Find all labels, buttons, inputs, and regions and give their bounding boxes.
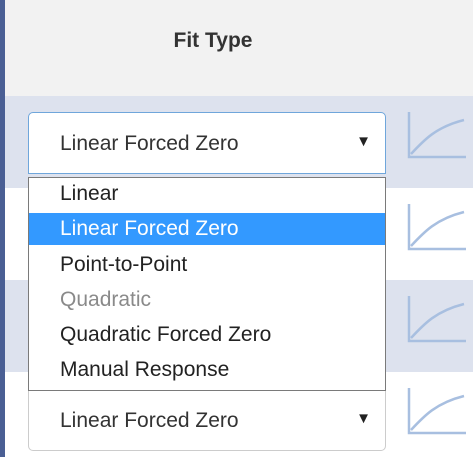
dropdown-option-point-to-point[interactable]: Point-to-Point [29,249,385,281]
fit-type-select-value: Linear Forced Zero [60,409,239,432]
fit-type-select-value: Linear Forced Zero [60,132,239,155]
column-header-fit-type: Fit Type [5,0,473,96]
calibration-curve-icon[interactable] [406,294,468,344]
dropdown-option-quadratic-forced-zero[interactable]: Quadratic Forced Zero [29,319,385,351]
dropdown-option-linear[interactable]: Linear [29,178,385,210]
dropdown-option-linear-forced-zero[interactable]: Linear Forced Zero [29,213,385,245]
triangle-down-icon: ▼ [356,133,371,150]
calibration-curve-icon[interactable] [406,202,468,252]
triangle-down-icon: ▼ [356,410,371,427]
calibration-curve-icon[interactable] [406,386,468,436]
fit-type-dropdown-list: Linear Linear Forced Zero Point-to-Point… [28,177,386,391]
column-header-title: Fit Type [173,29,253,52]
fit-type-select[interactable]: Linear Forced Zero ▼ [28,112,386,174]
dropdown-option-manual-response[interactable]: Manual Response [29,354,385,386]
calibration-curve-icon[interactable] [406,110,468,160]
dropdown-option-quadratic: Quadratic [60,288,152,311]
fit-type-select[interactable]: Linear Forced Zero ▼ [28,389,386,451]
